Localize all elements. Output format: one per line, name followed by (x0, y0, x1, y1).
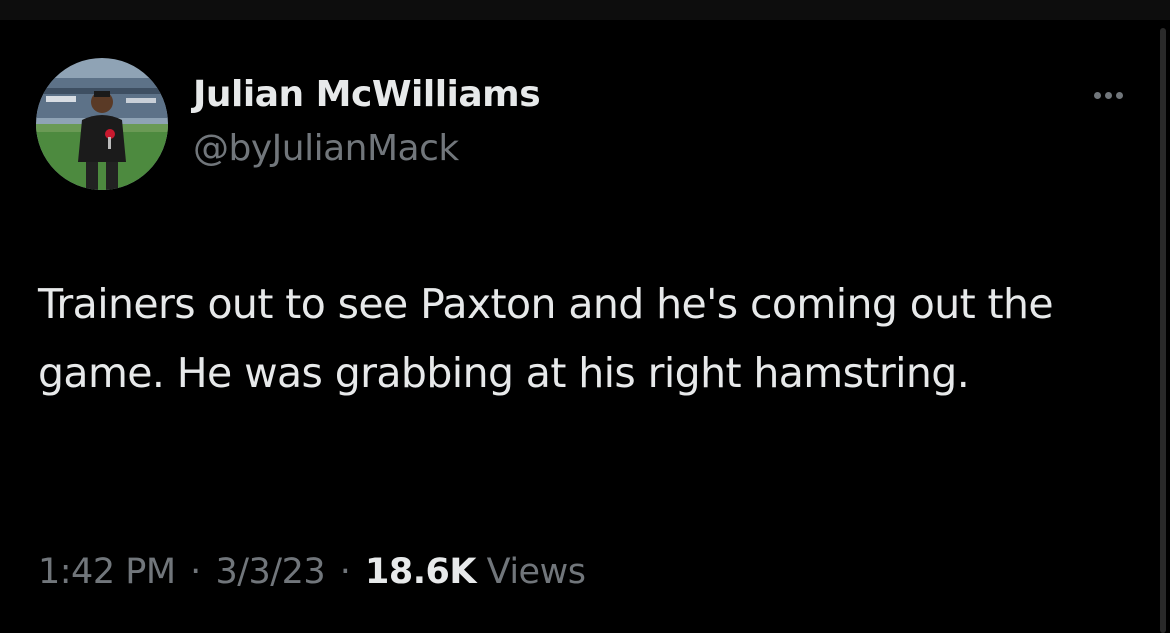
author-display-name[interactable]: Julian McWilliams (193, 74, 541, 115)
tweet-time[interactable]: 1:42 PM (38, 552, 176, 592)
separator: · (339, 552, 351, 592)
author-handle[interactable]: @byJulianMack (193, 128, 459, 169)
top-bar (0, 0, 1170, 20)
more-horizontal-icon (1104, 91, 1112, 99)
avatar-photo (36, 58, 168, 190)
tweet-text: Trainers out to see Paxton and he's comi… (38, 280, 1054, 397)
tweet-metadata: 1:42 PM · 3/3/23 · 18.6K Views (38, 552, 586, 592)
scrollbar[interactable] (1160, 28, 1166, 633)
avatar[interactable] (36, 58, 168, 190)
views-label[interactable]: Views (487, 552, 586, 592)
separator: · (190, 552, 201, 592)
views-count[interactable]: 18.6K (365, 552, 476, 592)
more-horizontal-icon (1115, 91, 1123, 99)
tweet-date[interactable]: 3/3/23 (215, 552, 325, 592)
more-horizontal-icon (1093, 91, 1101, 99)
more-options-button[interactable] (1083, 80, 1133, 110)
